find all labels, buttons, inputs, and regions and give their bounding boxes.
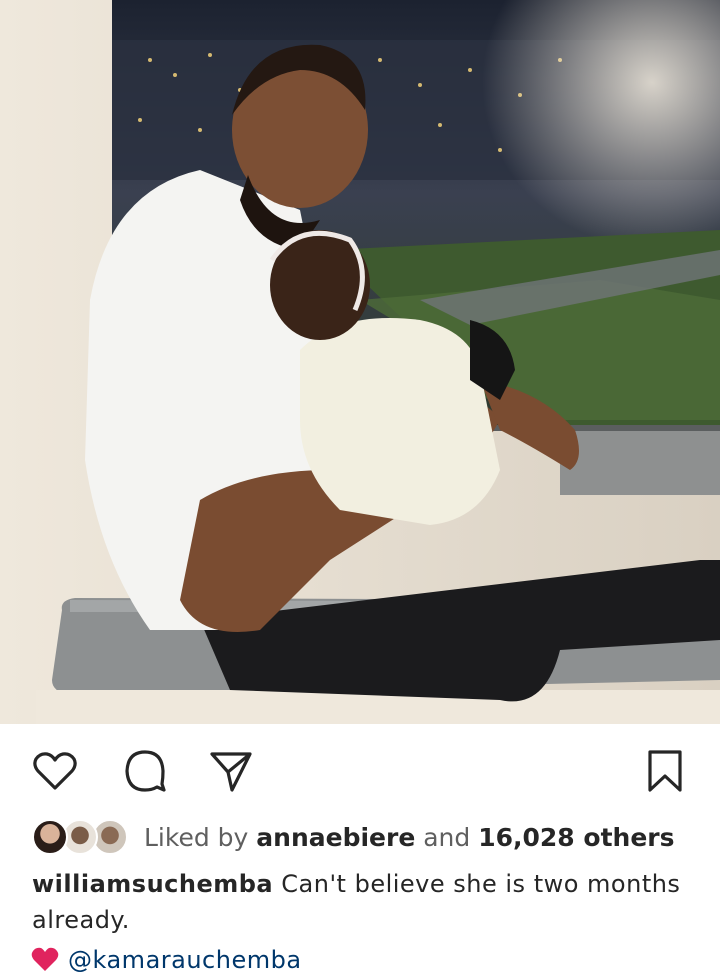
liker-username-link[interactable]: annaebiere bbox=[256, 823, 415, 852]
caption-mention-line: @kamarauchemba bbox=[30, 942, 302, 978]
share-button[interactable] bbox=[206, 746, 256, 796]
post-action-bar bbox=[0, 724, 720, 814]
comment-button[interactable] bbox=[120, 746, 170, 796]
likes-summary: Liked by annaebiere and 16,028 others bbox=[144, 821, 675, 855]
post-photo-illustration bbox=[0, 0, 720, 724]
liker-avatar[interactable] bbox=[32, 819, 68, 855]
likes-row: Liked by annaebiere and 16,028 others bbox=[0, 815, 720, 863]
heart-outline-icon bbox=[33, 752, 77, 790]
mention-link[interactable]: @kamarauchemba bbox=[68, 946, 302, 974]
paper-plane-icon bbox=[210, 752, 252, 792]
comment-bubble-icon bbox=[125, 750, 166, 792]
likes-others-link[interactable]: 16,028 others bbox=[478, 823, 674, 852]
likes-prefix: Liked by bbox=[144, 823, 249, 852]
likes-joiner: and bbox=[423, 823, 471, 852]
post-photo[interactable] bbox=[0, 0, 720, 724]
save-button[interactable] bbox=[640, 746, 690, 796]
caption-username-link[interactable]: williamsuchemba bbox=[32, 870, 273, 898]
bookmark-icon bbox=[648, 750, 682, 792]
post-caption: williamsuchemba Can't believe she is two… bbox=[32, 866, 692, 938]
like-button[interactable] bbox=[30, 746, 80, 796]
red-heart-icon bbox=[30, 945, 60, 975]
